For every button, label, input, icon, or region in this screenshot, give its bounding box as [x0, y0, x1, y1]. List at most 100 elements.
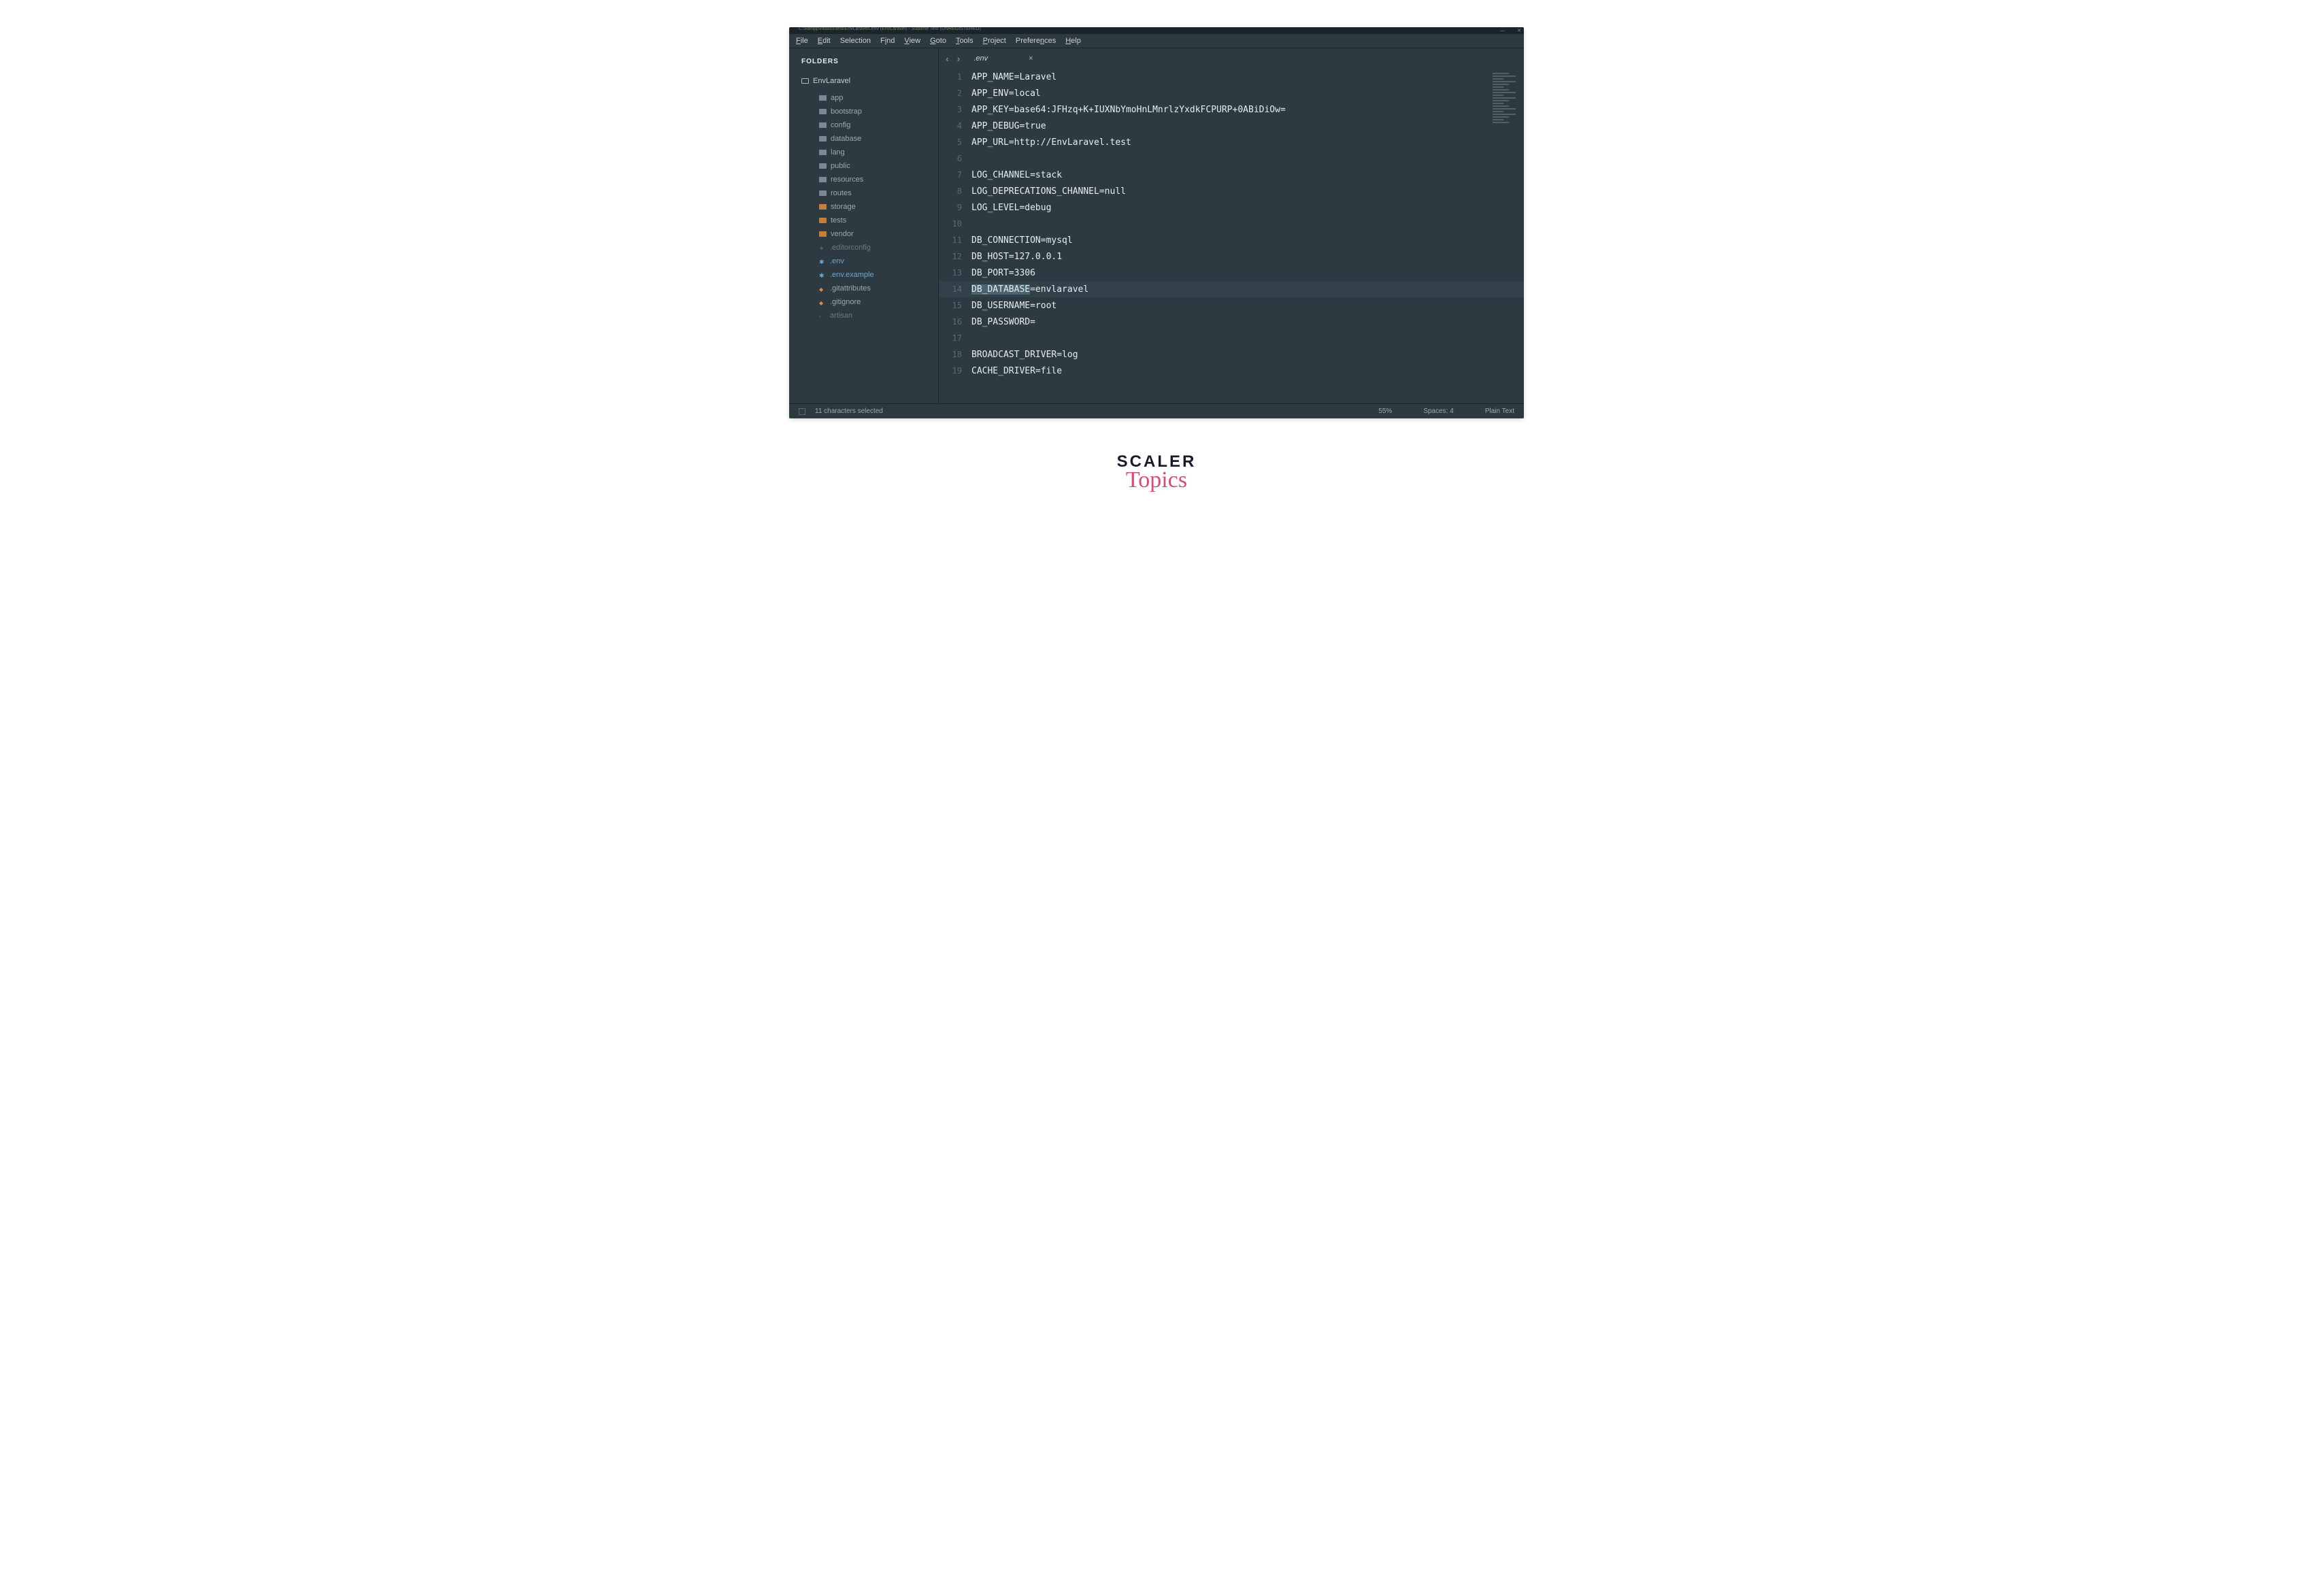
- code-line[interactable]: 9LOG_LEVEL=debug: [939, 199, 1524, 216]
- code-line[interactable]: 14DB_DATABASE=envlaravel: [939, 281, 1524, 297]
- line-number: 5: [939, 137, 971, 147]
- sidebar-item-routes[interactable]: routes: [799, 186, 938, 200]
- menu-selection[interactable]: Selection: [840, 37, 871, 45]
- line-number: 6: [939, 154, 971, 163]
- code-line[interactable]: 4APP_DEBUG=true: [939, 118, 1524, 134]
- folder-icon: [819, 109, 827, 114]
- menu-view[interactable]: View: [904, 37, 920, 45]
- code-line[interactable]: 18BROADCAST_DRIVER=log: [939, 346, 1524, 363]
- sidebar-item-editorconfig[interactable]: .editorconfig: [799, 241, 938, 254]
- line-number: 14: [939, 284, 971, 294]
- tab-close-icon[interactable]: ×: [1029, 54, 1033, 63]
- folder-icon: [819, 163, 827, 169]
- folder-root[interactable]: EnvLaravel: [799, 75, 938, 87]
- line-number: 17: [939, 333, 971, 343]
- sidebar-item-label: .gitattributes: [830, 284, 871, 293]
- menu-preferences[interactable]: Preferences: [1016, 37, 1056, 45]
- code-text: DB_PORT=3306: [971, 268, 1035, 278]
- nav-forward-icon[interactable]: ›: [956, 53, 962, 64]
- line-number: 2: [939, 88, 971, 98]
- folder-icon: [819, 231, 827, 237]
- code-text: BROADCAST_DRIVER=log: [971, 350, 1078, 360]
- code-text: APP_URL=http://EnvLaravel.test: [971, 137, 1131, 148]
- sidebar-item-gitignore[interactable]: .gitignore: [799, 295, 938, 309]
- code-line[interactable]: 10: [939, 216, 1524, 232]
- menu-edit[interactable]: Edit: [818, 37, 831, 45]
- close-icon[interactable]: ✕: [1517, 28, 1521, 33]
- status-panel-icon[interactable]: [799, 408, 805, 415]
- sidebar-item-gitattributes[interactable]: .gitattributes: [799, 282, 938, 295]
- code-line[interactable]: 16DB_PASSWORD=: [939, 314, 1524, 330]
- code-line[interactable]: 13DB_PORT=3306: [939, 265, 1524, 281]
- code-line[interactable]: 12DB_HOST=127.0.0.1: [939, 248, 1524, 265]
- code-line[interactable]: 1APP_NAME=Laravel: [939, 69, 1524, 85]
- sidebar-item-artisan[interactable]: artisan: [799, 309, 938, 322]
- menu-project[interactable]: Project: [983, 37, 1006, 45]
- code-editor[interactable]: 1APP_NAME=Laravel2APP_ENV=local3APP_KEY=…: [939, 69, 1524, 403]
- star-icon: [819, 271, 826, 278]
- sidebar-item-label: routes: [831, 189, 852, 197]
- gear-icon: [819, 244, 826, 251]
- star-icon: [819, 258, 826, 265]
- window-title-path: C:\xampp\htdocs\test\EnvLaravel\.env (En…: [799, 27, 981, 31]
- minimize-icon[interactable]: —: [1500, 29, 1505, 33]
- editor-pane: ‹ › .env × 1APP_NAME=Laravel2APP_ENV=loc…: [939, 48, 1524, 403]
- status-zoom[interactable]: 55%: [1378, 408, 1392, 415]
- code-line[interactable]: 11DB_CONNECTION=mysql: [939, 232, 1524, 248]
- line-number: 9: [939, 203, 971, 212]
- code-line[interactable]: 15DB_USERNAME=root: [939, 297, 1524, 314]
- code-line[interactable]: 19CACHE_DRIVER=file: [939, 363, 1524, 379]
- tab-label: .env: [974, 54, 988, 63]
- sidebar-item-lang[interactable]: lang: [799, 146, 938, 159]
- line-number: 4: [939, 121, 971, 131]
- menu-bar: File Edit Selection Find View Goto Tools…: [789, 34, 1524, 48]
- folder-icon: [819, 177, 827, 182]
- sidebar-item-env[interactable]: .env: [799, 254, 938, 268]
- tab-env[interactable]: .env ×: [967, 52, 1039, 65]
- sidebar-item-label: .editorconfig: [830, 244, 871, 252]
- sidebar-item-storage[interactable]: storage: [799, 200, 938, 214]
- code-line[interactable]: 7LOG_CHANNEL=stack: [939, 167, 1524, 183]
- code-line[interactable]: 2APP_ENV=local: [939, 85, 1524, 101]
- sidebar-item-bootstrap[interactable]: bootstrap: [799, 105, 938, 118]
- sidebar-item-public[interactable]: public: [799, 159, 938, 173]
- folder-root-label: EnvLaravel: [813, 77, 850, 85]
- status-spaces[interactable]: Spaces: 4: [1423, 408, 1453, 415]
- nav-back-icon[interactable]: ‹: [944, 53, 950, 64]
- minimap[interactable]: [1493, 73, 1520, 134]
- menu-tools[interactable]: Tools: [956, 37, 974, 45]
- line-number: 10: [939, 219, 971, 229]
- sidebar-item-label: tests: [831, 216, 846, 225]
- code-line[interactable]: 3APP_KEY=base64:JFHzq+K+IUXNbYmoHnLMnrlz…: [939, 101, 1524, 118]
- sidebar-item-label: lang: [831, 148, 845, 156]
- sidebar-item-tests[interactable]: tests: [799, 214, 938, 227]
- code-text: APP_ENV=local: [971, 88, 1041, 99]
- code-text: APP_NAME=Laravel: [971, 72, 1056, 82]
- menu-file[interactable]: File: [796, 37, 808, 45]
- sidebar-item-label: public: [831, 162, 850, 170]
- sidebar-item-database[interactable]: database: [799, 132, 938, 146]
- code-line[interactable]: 6: [939, 150, 1524, 167]
- code-line[interactable]: 8LOG_DEPRECATIONS_CHANNEL=null: [939, 183, 1524, 199]
- sidebar-item-resources[interactable]: resources: [799, 173, 938, 186]
- code-text: APP_DEBUG=true: [971, 121, 1046, 131]
- folder-icon: [819, 136, 827, 142]
- menu-find[interactable]: Find: [880, 37, 895, 45]
- code-text: DB_DATABASE=envlaravel: [971, 284, 1088, 295]
- code-line[interactable]: 17: [939, 330, 1524, 346]
- code-text: DB_HOST=127.0.0.1: [971, 252, 1062, 262]
- sidebar-item-vendor[interactable]: vendor: [799, 227, 938, 241]
- line-number: 15: [939, 301, 971, 310]
- scaler-logo: SCALER Topics: [1117, 452, 1197, 493]
- menu-help[interactable]: Help: [1065, 37, 1081, 45]
- code-line[interactable]: 5APP_URL=http://EnvLaravel.test: [939, 134, 1524, 150]
- line-number: 8: [939, 186, 971, 196]
- diamond-icon: [819, 299, 826, 305]
- sidebar-item-label: app: [831, 94, 843, 102]
- sidebar-item-config[interactable]: config: [799, 118, 938, 132]
- sidebar-item-env.example[interactable]: .env.example: [799, 268, 938, 282]
- status-syntax[interactable]: Plain Text: [1485, 408, 1514, 415]
- menu-goto[interactable]: Goto: [930, 37, 946, 45]
- main-area: FOLDERS EnvLaravel appbootstrapconfigdat…: [789, 48, 1524, 403]
- sidebar-item-app[interactable]: app: [799, 91, 938, 105]
